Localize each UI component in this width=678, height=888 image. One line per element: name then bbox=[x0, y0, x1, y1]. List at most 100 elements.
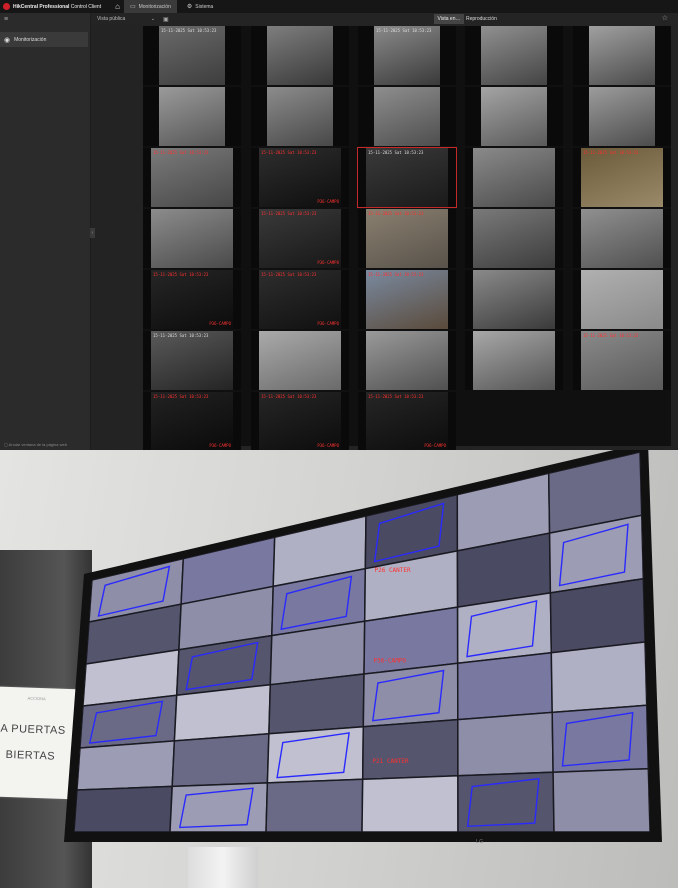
footer-note[interactable]: ▢ Anular ventana de la página web bbox=[4, 442, 67, 447]
sidebar: ≡ ◉ Monitorización ▢ Anular ventana de l… bbox=[0, 13, 91, 450]
tab-label: Sistema bbox=[195, 3, 214, 10]
camera-tile[interactable]: 15-11-2025 Sat 10:53:23 P36-CAMPO bbox=[251, 270, 349, 329]
camera-feed-image bbox=[473, 209, 555, 268]
camera-tile[interactable]: 15-11-2025 Sat 10:53:23 bbox=[357, 147, 457, 208]
camera-label: P36-CAMPO bbox=[209, 443, 231, 448]
camera-tile[interactable]: 15-11-2025 Sat 10:53:23 bbox=[573, 331, 671, 390]
camera-tile[interactable] bbox=[143, 209, 241, 268]
wall-camera-label: P21 CANTER bbox=[372, 758, 409, 765]
title-bar: HikCentral Professional Control Client ⌂… bbox=[0, 0, 678, 13]
camera-timestamp: 15-11-2025 Sat 10:53:23 bbox=[583, 150, 639, 155]
live-view-button[interactable]: Vista en… bbox=[434, 14, 464, 24]
camera-label: P36-CAMPO bbox=[317, 321, 339, 326]
video-grid: 15-11-2025 Sat 10:53:23 15-11-2025 Sat 10… bbox=[143, 26, 671, 450]
camera-feed-image bbox=[151, 148, 233, 207]
camera-tile[interactable]: 15-11-2025 Sat 10:53:23 bbox=[143, 148, 241, 207]
camera-tile[interactable]: 15-11-2025 Sat 10:53:23 bbox=[358, 209, 456, 268]
camera-tile[interactable]: 15-11-2025 Sat 10:53:23 bbox=[143, 331, 241, 390]
wall-camera-tile bbox=[361, 718, 459, 781]
wall-camera-tile bbox=[550, 641, 648, 714]
camera-tile[interactable] bbox=[465, 331, 563, 390]
camera-tile[interactable]: 15-11-2025 Sat 10:53:23 P36-CAMPO bbox=[143, 270, 241, 329]
camera-timestamp: 15-11-2025 Sat 10:53:23 bbox=[153, 150, 209, 155]
tab-monitorizacion[interactable]: ▭ Monitorización bbox=[123, 0, 177, 13]
camera-timestamp: 15-11-2025 Sat 10:53:23 bbox=[583, 333, 639, 338]
view-selector[interactable]: Vista pública ⌄ bbox=[97, 16, 155, 22]
playback-button[interactable]: Reproducción bbox=[466, 14, 497, 24]
camera-feed-image bbox=[581, 270, 663, 329]
chevron-down-icon: ⌄ bbox=[150, 16, 155, 22]
wall-camera-tile bbox=[457, 771, 555, 832]
camera-feed-image bbox=[259, 331, 341, 390]
camera-timestamp: 15-11-2025 Sat 10:53:23 bbox=[261, 150, 317, 155]
camera-tile[interactable]: 15-11-2025 Sat 10:53:23 P36-CAMPO bbox=[143, 392, 241, 450]
camera-tile[interactable] bbox=[573, 270, 671, 329]
view-selector-value: Vista pública bbox=[97, 16, 126, 22]
camera-feed-image bbox=[151, 209, 233, 268]
camera-timestamp: 15-11-2025 Sat 10:53:23 bbox=[368, 394, 424, 399]
camera-feed-image bbox=[473, 331, 555, 390]
lg-logo: LG bbox=[476, 839, 484, 845]
camera-tile[interactable] bbox=[465, 87, 563, 146]
notice-brand: ACCIONA bbox=[27, 695, 46, 702]
monitor-icon: ▭ bbox=[129, 4, 136, 10]
camera-timestamp: 15-11-2025 Sat 10:53:23 bbox=[368, 272, 424, 277]
camera-tile[interactable] bbox=[358, 87, 456, 146]
view-toolbar: Vista pública ⌄ ▣ Vista en… Reproducción… bbox=[91, 13, 678, 25]
menu-icon[interactable]: ≡ bbox=[4, 16, 8, 23]
camera-label: P36-CAMPO bbox=[424, 443, 446, 448]
notice-line-2: BIERTAS bbox=[5, 748, 56, 763]
star-icon[interactable]: ☆ bbox=[662, 14, 668, 22]
camera-tile[interactable] bbox=[573, 26, 671, 85]
wall-camera-tile bbox=[457, 711, 554, 777]
home-icon[interactable]: ⌂ bbox=[115, 2, 120, 11]
tab-label: Monitorización bbox=[138, 3, 171, 10]
tab-sistema[interactable]: ⚙ Sistema bbox=[181, 0, 219, 13]
camera-feed-image bbox=[581, 148, 663, 207]
camera-tile[interactable]: 15-11-2025 Sat 10:53:23 P36-CAMPO bbox=[251, 148, 349, 207]
camera-feed-image bbox=[581, 331, 663, 390]
camera-timestamp: 15-11-2025 Sat 10:53:23 bbox=[153, 272, 209, 277]
wall-camera-tile bbox=[456, 651, 553, 721]
camera-tile[interactable] bbox=[251, 87, 349, 146]
camera-tile[interactable] bbox=[465, 26, 563, 85]
camera-tile[interactable] bbox=[251, 331, 349, 390]
camera-timestamp: 15-11-2025 Sat 10:53:23 bbox=[261, 394, 317, 399]
camera-feed-image bbox=[589, 87, 655, 146]
camera-tile[interactable]: 15-11-2025 Sat 10:53:23 P36-CAMPO bbox=[251, 209, 349, 268]
camera-tile[interactable]: 15-11-2025 Sat 10:53:23 bbox=[143, 26, 241, 85]
camera-timestamp: 15-11-2025 Sat 10:53:23 bbox=[161, 28, 217, 33]
save-icon[interactable]: ▣ bbox=[163, 16, 169, 23]
wall-camera-tile bbox=[74, 785, 173, 832]
camera-tile[interactable] bbox=[573, 87, 671, 146]
camera-feed-image bbox=[581, 209, 663, 268]
camera-feed-image bbox=[481, 26, 547, 85]
camera-tile[interactable]: 15-11-2025 Sat 10:53:23 bbox=[358, 270, 456, 329]
app-title: HikCentral Professional Control Client bbox=[13, 4, 101, 10]
camera-tile[interactable] bbox=[465, 209, 563, 268]
camera-feed-image bbox=[366, 392, 448, 450]
camera-tile[interactable]: 15-11-2025 Sat 10:53:23 bbox=[358, 26, 456, 85]
camera-tile[interactable] bbox=[465, 270, 563, 329]
camera-tile[interactable]: 15-11-2025 Sat 10:53:23 P36-CAMPO bbox=[358, 392, 456, 450]
wall-camera-tile bbox=[361, 775, 459, 832]
camera-label: P36-CAMPO bbox=[317, 443, 339, 448]
sidebar-item-label: Monitorización bbox=[14, 36, 47, 43]
camera-tile[interactable] bbox=[251, 26, 349, 85]
camera-feed-image bbox=[151, 392, 233, 450]
camera-tile[interactable]: 15-11-2025 Sat 10:53:23 P36-CAMPO bbox=[251, 392, 349, 450]
camera-feed-image bbox=[159, 26, 225, 85]
gear-icon: ⚙ bbox=[186, 4, 193, 10]
collapse-sidebar-handle[interactable]: ‹ bbox=[90, 228, 95, 238]
camera-tile[interactable] bbox=[465, 148, 563, 207]
camera-timestamp: 15-11-2025 Sat 10:53:23 bbox=[153, 333, 209, 338]
camera-feed-image bbox=[366, 270, 448, 329]
monitor-wall-photo: ACCIONA A PUERTAS BIERTAS P26 CANTER P36-… bbox=[0, 450, 678, 888]
camera-tile[interactable]: 15-11-2025 Sat 10:53:23 bbox=[573, 148, 671, 207]
sidebar-item-monitorizacion[interactable]: ◉ Monitorización bbox=[0, 32, 88, 47]
camera-tile[interactable] bbox=[143, 87, 241, 146]
camera-tile[interactable] bbox=[358, 331, 456, 390]
camera-tile[interactable] bbox=[573, 209, 671, 268]
camera-feed-image bbox=[473, 270, 555, 329]
wall-camera-tile bbox=[171, 732, 270, 788]
